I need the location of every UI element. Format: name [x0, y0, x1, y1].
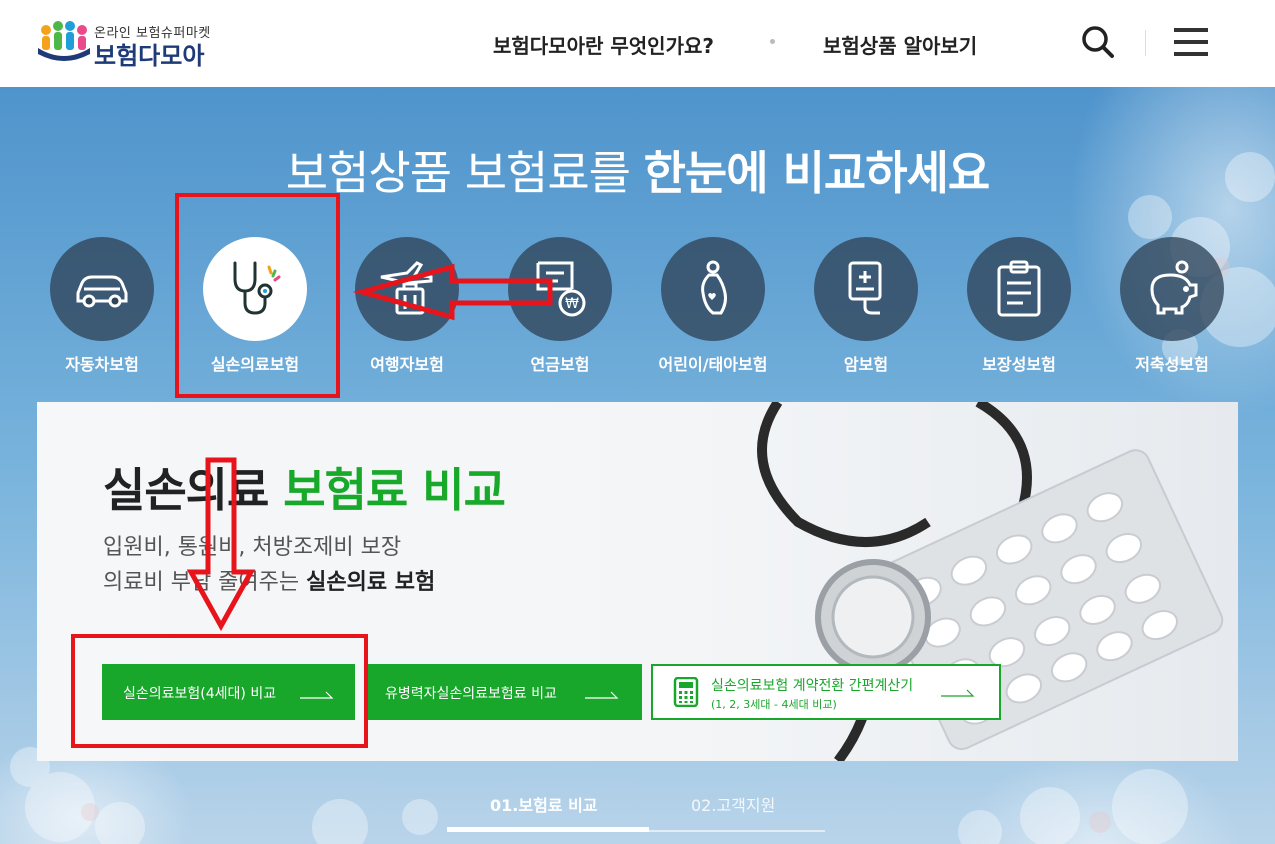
category-cancer-insurance[interactable]: 암보험	[795, 237, 935, 387]
clipboard-icon	[997, 260, 1041, 317]
panel-title: 실손의료 보험료 비교	[103, 463, 506, 517]
car-icon	[76, 275, 128, 308]
logo-people-icon	[38, 21, 90, 61]
header: 온라인 보험슈퍼마켓 보험다모아 보험다모아란 무엇인가요? 보험상품 알아보기	[0, 0, 1275, 87]
calculator-icon	[673, 677, 699, 707]
arrow-right-icon	[941, 689, 975, 697]
search-button[interactable]	[1080, 24, 1116, 60]
tab-inactive-underline	[649, 830, 825, 832]
category-travel-insurance[interactable]: 여행자보험	[336, 237, 476, 387]
piggy-bank-icon	[1150, 260, 1198, 315]
arrow-right-icon	[585, 691, 619, 699]
svg-text:₩: ₩	[565, 296, 579, 312]
annotation-highlight-box	[71, 634, 368, 748]
tab-premium-comparison[interactable]: 01.보험료 비교	[490, 792, 598, 816]
category-label: 여행자보험	[370, 355, 444, 374]
category-label: 저축성보험	[1135, 355, 1209, 374]
category-pension-insurance[interactable]: ₩ 연금보험	[489, 237, 629, 387]
category-protection-insurance[interactable]: 보장성보험	[948, 237, 1088, 387]
category-label: 보장성보험	[982, 355, 1056, 374]
iv-bag-icon	[848, 261, 882, 315]
menu-icon	[1174, 28, 1208, 32]
header-divider	[1145, 30, 1146, 56]
category-label: 자동차보험	[65, 355, 139, 374]
compare-preexisting-button[interactable]: 유병력자실손의료보험료 비교	[368, 664, 642, 720]
nav-products[interactable]: 보험상품 알아보기	[823, 30, 977, 59]
category-label: 암보험	[843, 355, 889, 374]
tab-customer-support[interactable]: 02.고객지원	[691, 792, 775, 816]
nav-about[interactable]: 보험다모아란 무엇인가요?	[493, 30, 714, 59]
category-savings-insurance[interactable]: 저축성보험	[1101, 237, 1241, 387]
panel-description: 입원비, 통원비, 처방조제비 보장 의료비 부담 줄여주는 실손의료 보험	[103, 535, 436, 595]
category-label: 연금보험	[530, 355, 590, 374]
annotation-highlight-box	[175, 193, 340, 398]
category-car-insurance[interactable]: 자동차보험	[31, 237, 171, 387]
logo-title: 보험다모아	[94, 42, 205, 70]
nav-separator-dot	[770, 39, 775, 44]
category-label: 어린이/태아보험	[658, 355, 768, 374]
contract-conversion-calculator-button[interactable]: 실손의료보험 계약전환 간편계산기 (1, 2, 3세대 - 4세대 비교)	[651, 664, 1001, 720]
category-child-insurance[interactable]: 어린이/태아보험	[642, 237, 782, 387]
pension-document-icon: ₩	[536, 261, 586, 317]
pregnant-icon	[701, 260, 727, 315]
search-icon	[1082, 26, 1114, 58]
hamburger-menu-button[interactable]	[1174, 26, 1208, 58]
tab-active-indicator	[447, 827, 649, 832]
logo[interactable]: 온라인 보험슈퍼마켓 보험다모아	[36, 18, 236, 70]
airplane-luggage-icon	[380, 261, 433, 315]
